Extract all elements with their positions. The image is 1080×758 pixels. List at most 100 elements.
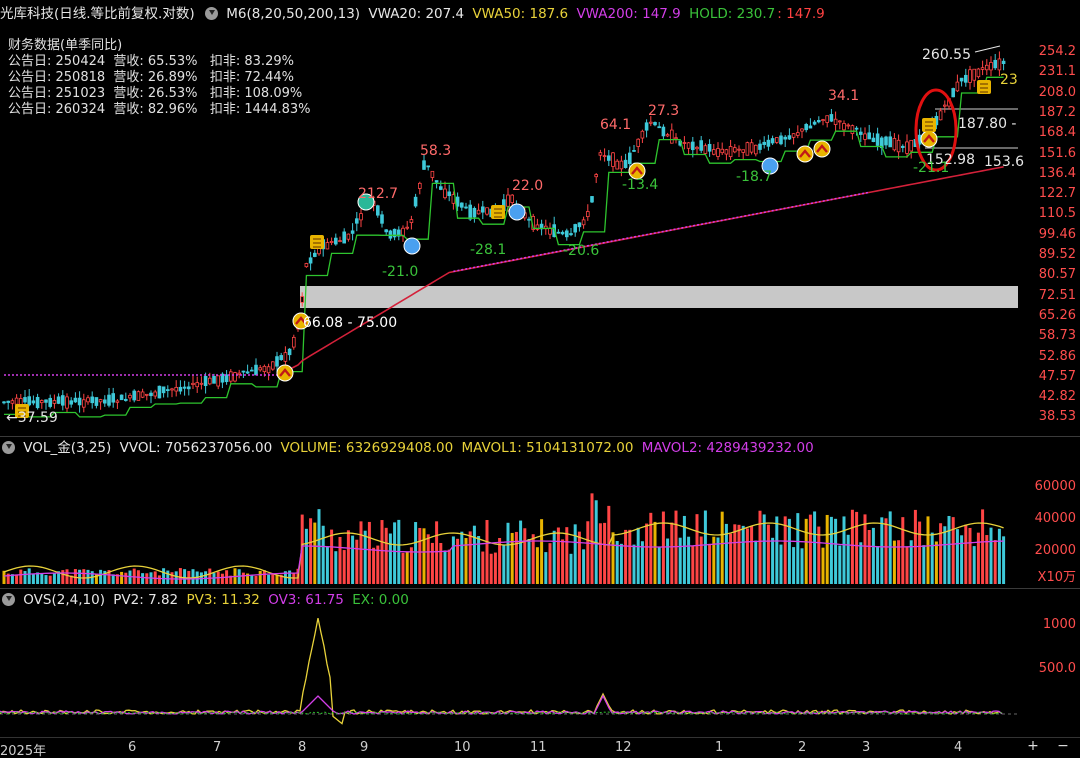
ovs-indicator-name[interactable]: OVS(2,4,10) <box>23 592 105 608</box>
settings-gear-icon[interactable] <box>204 7 218 20</box>
vwa50-value: VWA50: 187.6 <box>472 6 569 22</box>
volume-bar <box>573 524 577 584</box>
candle-body <box>207 377 212 385</box>
volume-bar <box>561 539 565 584</box>
volume-bar <box>208 568 212 584</box>
candle-body <box>405 226 409 229</box>
candle-body <box>186 386 191 390</box>
volume-bar <box>254 575 258 584</box>
volume-bar <box>40 573 44 584</box>
volume-bar <box>48 575 52 584</box>
candle-body <box>548 227 552 235</box>
candle-body <box>98 399 103 403</box>
candle-body <box>262 365 267 373</box>
candle-body <box>560 231 565 235</box>
volume-bar <box>351 535 355 584</box>
candle-body <box>674 137 678 140</box>
volume-indicator-name[interactable]: VOL_金(3,25) <box>23 440 111 456</box>
price-axis-label: 99.46 <box>1038 226 1076 242</box>
price-axis-label: 254.2 <box>1038 44 1076 59</box>
volume-bar <box>330 529 334 584</box>
volume-bar <box>745 528 749 584</box>
candle-body <box>283 352 288 362</box>
candle-body <box>191 382 195 385</box>
volume-bar <box>338 536 342 584</box>
volume-bar <box>506 522 510 584</box>
volume-bar <box>309 518 313 584</box>
trough-label: -20.6 <box>563 243 599 259</box>
candle-body <box>896 139 901 153</box>
candle-body <box>212 376 216 384</box>
price-chart[interactable]: 260.55 ←37.59 66.08 - 75.00 187.80 - 153… <box>0 22 1024 432</box>
candle-body <box>103 399 107 404</box>
volume-value: VOLUME: 6326929408.00 <box>280 440 454 456</box>
candle-body <box>417 182 422 189</box>
candle-body <box>14 397 19 405</box>
candle-body <box>619 160 624 170</box>
volume-bar <box>376 545 380 584</box>
volume-bar <box>439 542 443 584</box>
volume-bar <box>632 544 636 584</box>
volume-bar <box>838 545 842 584</box>
zoom-in-button[interactable]: + <box>1024 738 1042 754</box>
candle-body <box>157 385 162 399</box>
volume-bar <box>363 530 367 584</box>
volume-bar <box>737 524 741 584</box>
peak-label: 22.0 <box>512 178 543 194</box>
x-axis-label: 8 <box>298 740 307 755</box>
zoom-out-button[interactable]: − <box>1054 738 1072 754</box>
volume-bar <box>510 532 514 584</box>
candle-body <box>510 194 514 204</box>
volume-settings-icon[interactable] <box>2 441 15 454</box>
candle-body <box>581 219 586 226</box>
pv3-value: PV3: 11.32 <box>186 592 260 608</box>
vwa20-value: VWA20: 207.4 <box>368 6 465 22</box>
candle-body <box>178 386 183 392</box>
candle-body <box>682 142 687 144</box>
candle-body <box>472 207 477 218</box>
candle-body <box>69 400 74 405</box>
candle-body <box>871 137 876 143</box>
volume-bar <box>804 518 808 584</box>
candle-body <box>985 64 989 71</box>
volume-bar <box>880 517 884 584</box>
candle-body <box>413 196 418 207</box>
candle-body <box>888 136 892 148</box>
level-153-label: 153.6 <box>984 154 1024 170</box>
candle-body <box>867 132 871 140</box>
stock-chart-app: 光库科技(日线.等比前复权.对数) M6(8,20,50,200,13) VWA… <box>0 0 1080 758</box>
volume-bar <box>493 552 497 584</box>
volume-bar <box>346 530 350 584</box>
x-axis-label: 1 <box>715 740 724 755</box>
candle-body <box>699 140 703 151</box>
candle-body <box>749 142 754 153</box>
ovs-settings-icon[interactable] <box>2 593 15 606</box>
volume-bar <box>922 545 926 584</box>
volume-bar <box>267 574 271 584</box>
candle-body <box>434 180 439 183</box>
candle-body <box>779 135 783 145</box>
price-axis-label: 80.57 <box>1038 267 1076 283</box>
x-axis-label: 3 <box>862 740 871 755</box>
volume-bar <box>241 572 245 584</box>
candle-body <box>237 372 242 375</box>
ovs-chart[interactable] <box>0 610 1024 736</box>
candle-body <box>833 118 838 125</box>
candle-body <box>607 155 611 161</box>
candle-body <box>35 396 40 409</box>
volume-bar <box>699 536 703 584</box>
volume-bar <box>729 533 733 584</box>
candle-body <box>787 135 792 140</box>
candle-body <box>586 211 590 218</box>
price-axis-label: 110.5 <box>1038 206 1076 222</box>
volume-bar <box>372 547 376 584</box>
volume-bar <box>82 569 86 584</box>
candle-body <box>203 375 208 387</box>
candle-body <box>661 126 666 137</box>
peak-label: 58.3 <box>420 143 451 159</box>
volume-bar <box>997 528 1001 584</box>
candle-body <box>783 136 787 140</box>
volume-chart[interactable] <box>0 458 1024 586</box>
stock-title[interactable]: 光库科技(日线.等比前复权.对数) <box>0 6 195 22</box>
candle-body <box>594 174 598 178</box>
